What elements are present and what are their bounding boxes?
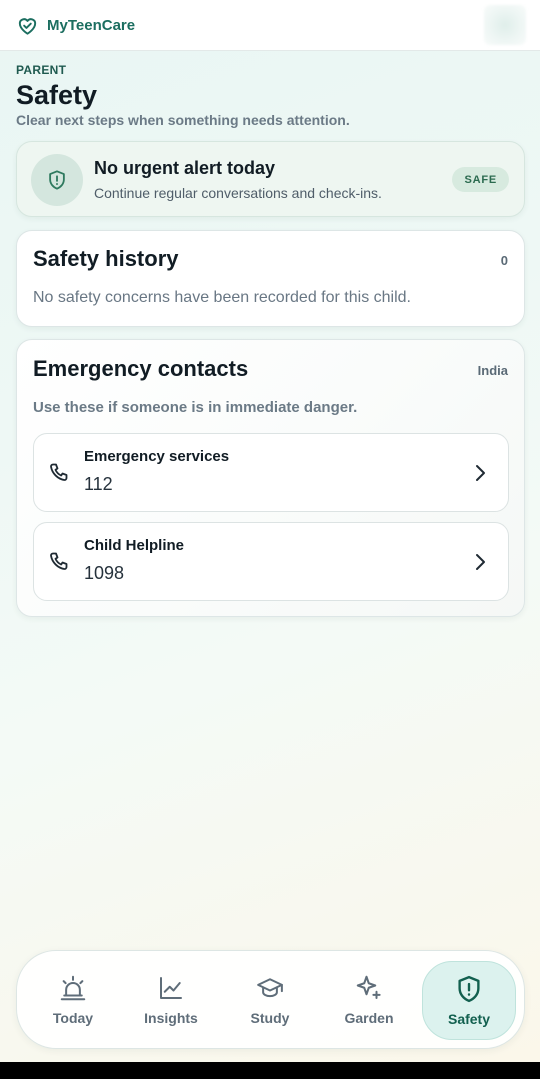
chevron-right-icon — [476, 465, 485, 481]
contact-number: 1098 — [84, 563, 125, 583]
tab-label: Safety — [447, 1011, 491, 1027]
trend-chart-icon — [160, 977, 182, 999]
tab-safety[interactable]: Safety — [422, 961, 516, 1040]
app-name: MyTeenCare — [47, 16, 136, 34]
alarm-bell-icon — [60, 975, 86, 1001]
tab-garden[interactable]: Garden — [322, 961, 416, 1040]
contact-row-emergency-services[interactable]: Emergency services 112 — [33, 433, 509, 512]
sparkle-icon — [356, 975, 381, 999]
history-empty-text: No safety concerns have been recorded fo… — [33, 289, 411, 306]
history-count: 0 — [500, 253, 508, 268]
avatar[interactable] — [484, 5, 526, 45]
brand[interactable]: MyTeenCare — [16, 14, 135, 37]
status-card: No urgent alert today Continue regular c… — [16, 141, 525, 217]
status-icon-circle — [31, 154, 83, 206]
phone-icon — [50, 552, 68, 570]
contacts-title: Emergency contacts — [33, 356, 249, 381]
page-subtitle: Clear next steps when something needs at… — [16, 112, 350, 128]
contacts-region: India — [477, 363, 508, 378]
heart-logo-icon — [18, 17, 37, 35]
shield-icon — [49, 170, 65, 190]
tab-label: Study — [250, 1010, 290, 1026]
contacts-note: Use these if someone is in immediate dan… — [33, 399, 358, 416]
shield-alert-icon — [458, 975, 480, 1003]
bottom-tab-bar: Today Insights Study Garden Safety — [16, 950, 525, 1049]
page-title: Safety — [16, 80, 98, 110]
tab-label: Insights — [144, 1010, 198, 1026]
contact-row-child-helpline[interactable]: Child Helpline 1098 — [33, 522, 509, 601]
tab-label: Garden — [344, 1010, 394, 1026]
chevron-right-icon — [476, 554, 485, 570]
page-header: PARENT Safety Clear next steps when some… — [16, 63, 350, 128]
history-title: Safety history — [33, 246, 179, 271]
contact-name: Child Helpline — [84, 537, 185, 554]
safety-screen: MyTeenCare PARENT Safety Clear next step… — [0, 0, 540, 1062]
contact-number: 112 — [84, 474, 113, 494]
role-eyebrow: PARENT — [16, 63, 67, 77]
graduation-cap-icon — [257, 978, 283, 998]
status-title: No urgent alert today — [94, 158, 276, 178]
app-bar: MyTeenCare — [0, 0, 540, 51]
safety-history-card: Safety history 0 No safety concerns have… — [16, 230, 525, 327]
tab-today[interactable]: Today — [26, 961, 120, 1040]
tab-insights[interactable]: Insights — [124, 961, 218, 1040]
emergency-contacts-card: Emergency contacts India Use these if so… — [16, 339, 525, 617]
contact-name: Emergency services — [84, 448, 230, 465]
status-text: Continue regular conversations and check… — [94, 185, 382, 201]
tab-study[interactable]: Study — [223, 961, 317, 1040]
status-badge: SAFE — [452, 167, 509, 192]
tab-label: Today — [52, 1010, 94, 1026]
phone-icon — [50, 463, 68, 481]
